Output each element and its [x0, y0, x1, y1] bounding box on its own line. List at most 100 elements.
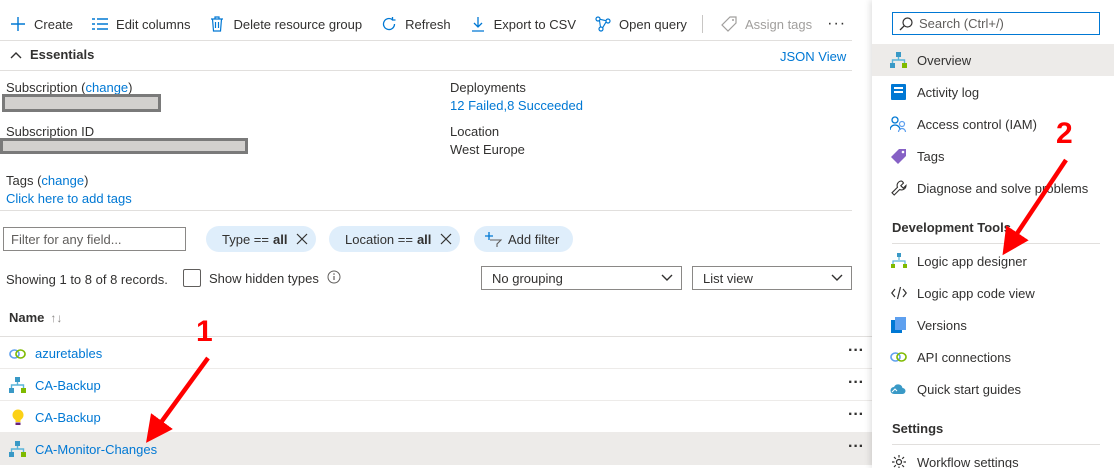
refresh-icon — [380, 15, 398, 33]
row-more-button[interactable]: ··· — [848, 407, 864, 423]
type-filter-value: all — [272, 231, 288, 247]
add-filter-label: Add filter — [508, 231, 560, 247]
menu-item-label: Tags — [917, 148, 945, 164]
deployments-link[interactable]: 12 Failed,8 Succeeded — [450, 98, 583, 113]
create-label: Create — [34, 16, 74, 32]
name-column-header[interactable]: Name ↑↓ — [9, 310, 62, 325]
refresh-button[interactable]: Refresh — [371, 8, 460, 40]
menu-search-box[interactable]: Search (Ctrl+/) — [892, 12, 1100, 35]
chevron-up-icon — [10, 51, 22, 58]
menu-item-label: Diagnose and solve problems — [917, 180, 1089, 196]
grouping-dropdown[interactable]: No grouping — [481, 266, 682, 290]
resource-menu: Search (Ctrl+/) Overview Activity log Ac… — [872, 0, 1114, 468]
menu-item-access-control[interactable]: Access control (IAM) — [872, 108, 1114, 140]
close-icon[interactable] — [440, 233, 452, 245]
type-filter-pill[interactable]: Type == all — [206, 226, 317, 252]
annotation-step-2: 2 — [1056, 117, 1073, 150]
menu-item-versions[interactable]: Versions — [872, 309, 1114, 341]
menu-item-quick-start[interactable]: Quick start guides — [872, 373, 1114, 405]
table-row[interactable]: CA-Monitor-Changes ··· — [0, 433, 872, 465]
deployments-label: Deployments — [450, 80, 526, 95]
menu-item-label: Quick start guides — [917, 381, 1022, 397]
menu-item-workflow-settings[interactable]: Workflow settings — [872, 446, 1114, 468]
show-hidden-label: Show hidden types — [209, 271, 319, 286]
export-csv-label: Export to CSV — [493, 16, 576, 32]
menu-item-activity-log[interactable]: Activity log — [872, 76, 1114, 108]
logic-app-icon — [9, 441, 26, 458]
row-name[interactable]: CA-Monitor-Changes — [35, 442, 157, 457]
menu-item-diagnose[interactable]: Diagnose and solve problems — [872, 172, 1114, 204]
menu-item-logic-app-designer[interactable]: Logic app designer — [872, 245, 1114, 277]
row-more-button[interactable]: ··· — [848, 375, 864, 391]
designer-icon — [890, 253, 907, 270]
location-filter-value: all — [416, 231, 432, 247]
delete-resource-group-button[interactable]: Delete resource group — [199, 8, 371, 40]
close-icon[interactable] — [296, 233, 308, 245]
more-commands-button[interactable]: ··· — [821, 15, 852, 33]
menu-item-label: Overview — [917, 52, 972, 68]
lightbulb-icon — [9, 409, 26, 426]
records-count: Showing 1 to 8 of 8 records. — [6, 272, 168, 287]
assign-tags-label: Assign tags — [744, 16, 813, 32]
menu-item-tags[interactable]: Tags — [872, 140, 1114, 172]
location-filter-key: Location == — [345, 231, 413, 247]
cloud-icon — [890, 381, 907, 398]
download-icon — [469, 15, 487, 33]
open-query-label: Open query — [619, 16, 687, 32]
location-filter-pill[interactable]: Location == all — [329, 226, 461, 252]
add-filter-button[interactable]: Add filter — [474, 226, 574, 252]
menu-item-overview[interactable]: Overview — [872, 44, 1114, 76]
code-icon — [890, 285, 907, 302]
add-tags-link[interactable]: Click here to add tags — [6, 191, 132, 206]
table-row[interactable]: azuretables ··· — [0, 337, 872, 369]
query-icon — [594, 15, 612, 33]
table-row[interactable]: CA-Backup ··· — [0, 401, 872, 433]
tags-label-text: Tags — [6, 173, 34, 188]
menu-item-code-view[interactable]: Logic app code view — [872, 277, 1114, 309]
row-more-button[interactable]: ··· — [848, 439, 864, 455]
row-name[interactable]: CA-Backup — [35, 378, 101, 393]
redacted-subscription — [2, 94, 161, 112]
type-filter-key: Type == — [222, 231, 269, 247]
menu-item-label: Activity log — [917, 84, 980, 100]
assign-tags-button[interactable]: Assign tags — [711, 8, 821, 40]
menu-item-label: Versions — [917, 317, 967, 333]
view-value: List view — [703, 270, 753, 286]
location-label: Location — [450, 124, 500, 139]
delete-resource-group-label: Delete resource group — [233, 16, 363, 32]
essentials-toggle[interactable]: Essentials — [10, 47, 94, 62]
add-filter-icon — [484, 231, 502, 247]
json-view-link[interactable]: JSON View — [780, 49, 846, 64]
location-value: West Europe — [450, 142, 525, 157]
row-name[interactable]: azuretables — [35, 346, 102, 361]
edit-columns-button[interactable]: Edit columns — [82, 8, 199, 40]
logic-app-icon — [9, 377, 26, 394]
info-icon[interactable] — [327, 270, 341, 287]
view-dropdown[interactable]: List view — [692, 266, 852, 290]
section-development-tools: Development Tools — [892, 220, 1011, 235]
essentials-title: Essentials — [30, 47, 95, 62]
table-row[interactable]: CA-Backup ··· — [0, 369, 872, 401]
create-button[interactable]: Create — [0, 8, 82, 40]
row-name[interactable]: CA-Backup — [35, 410, 101, 425]
menu-item-label: API connections — [917, 349, 1011, 365]
edit-columns-label: Edit columns — [116, 16, 191, 32]
menu-item-api-connections[interactable]: API connections — [872, 341, 1114, 373]
open-query-button[interactable]: Open query — [585, 8, 696, 40]
tags-label: Tags (change) — [6, 173, 89, 188]
refresh-label: Refresh — [405, 16, 451, 32]
tag-icon — [720, 15, 738, 33]
tags-change-link[interactable]: change — [41, 173, 84, 188]
show-hidden-checkbox[interactable] — [183, 269, 201, 287]
api-connection-icon — [890, 349, 907, 366]
export-csv-button[interactable]: Export to CSV — [460, 8, 585, 40]
row-more-button[interactable]: ··· — [848, 343, 864, 359]
api-connection-icon — [9, 345, 26, 362]
menu-item-label: Logic app designer — [917, 253, 1027, 269]
grouping-value: No grouping — [492, 270, 563, 286]
subscription-change-link[interactable]: change — [86, 80, 129, 95]
chevron-down-icon — [831, 274, 843, 281]
essentials-divider — [0, 70, 852, 71]
filter-input[interactable] — [3, 227, 186, 251]
command-bar: Create Edit columns Delete resource grou… — [0, 8, 852, 40]
